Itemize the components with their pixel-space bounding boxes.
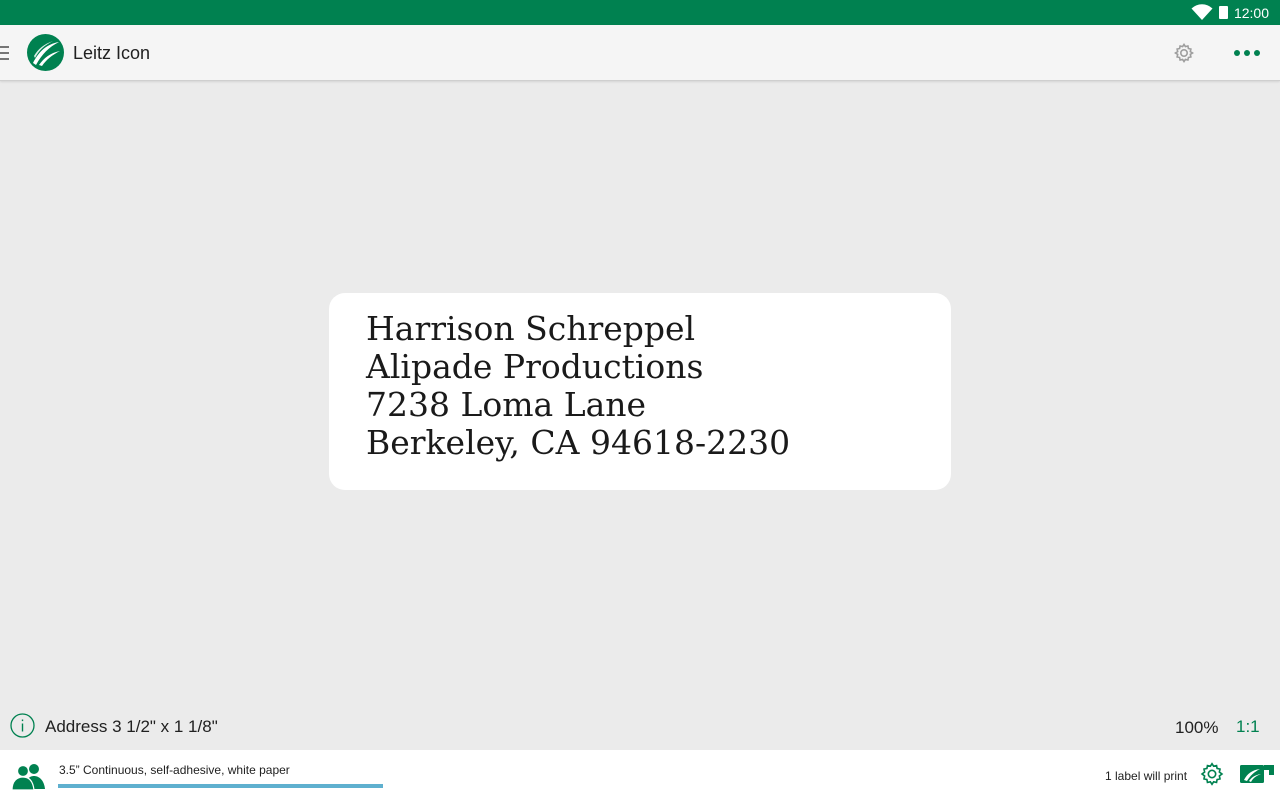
label-preview[interactable]: Harrison Schreppel Alipade Productions 7… bbox=[329, 293, 951, 490]
info-icon[interactable] bbox=[10, 713, 35, 738]
status-time: 12:00 bbox=[1233, 4, 1269, 21]
contacts-icon[interactable] bbox=[11, 762, 46, 791]
label-line-city: Berkeley, CA 94618-2230 bbox=[366, 423, 791, 462]
label-line-company: Alipade Productions bbox=[366, 347, 704, 386]
media-indicator bbox=[58, 784, 383, 788]
leitz-logo bbox=[27, 34, 64, 71]
print-count: 1 label will print bbox=[1105, 769, 1188, 783]
label-line-name: Harrison Schreppel bbox=[366, 309, 696, 348]
gear-icon[interactable] bbox=[1172, 41, 1196, 65]
wifi-icon bbox=[1191, 4, 1213, 21]
media-indicator-fill bbox=[58, 784, 383, 788]
more-icon[interactable] bbox=[1232, 41, 1262, 65]
media-label: 3.5” Continuous, self-adhesive, white pa… bbox=[59, 763, 290, 777]
gear-icon[interactable] bbox=[1199, 761, 1225, 787]
status-bar: 12:00 bbox=[0, 0, 1280, 25]
menu-icon[interactable] bbox=[0, 46, 9, 60]
zoom-level: 100% bbox=[1175, 718, 1219, 737]
zoom-ratio-button[interactable]: 1:1 bbox=[1236, 717, 1260, 737]
label-text[interactable]: Harrison Schreppel Alipade Productions 7… bbox=[366, 310, 790, 462]
app-toolbar: Leitz Icon bbox=[0, 25, 1280, 81]
battery-icon bbox=[1218, 6, 1228, 19]
print-icon[interactable] bbox=[1240, 763, 1274, 785]
app-title: Leitz Icon bbox=[73, 43, 151, 63]
template-name: Address 3 1/2" x 1 1/8" bbox=[45, 717, 218, 736]
label-line-street: 7238 Loma Lane bbox=[366, 385, 647, 424]
bottom-bar: 3.5” Continuous, self-adhesive, white pa… bbox=[0, 750, 1280, 800]
